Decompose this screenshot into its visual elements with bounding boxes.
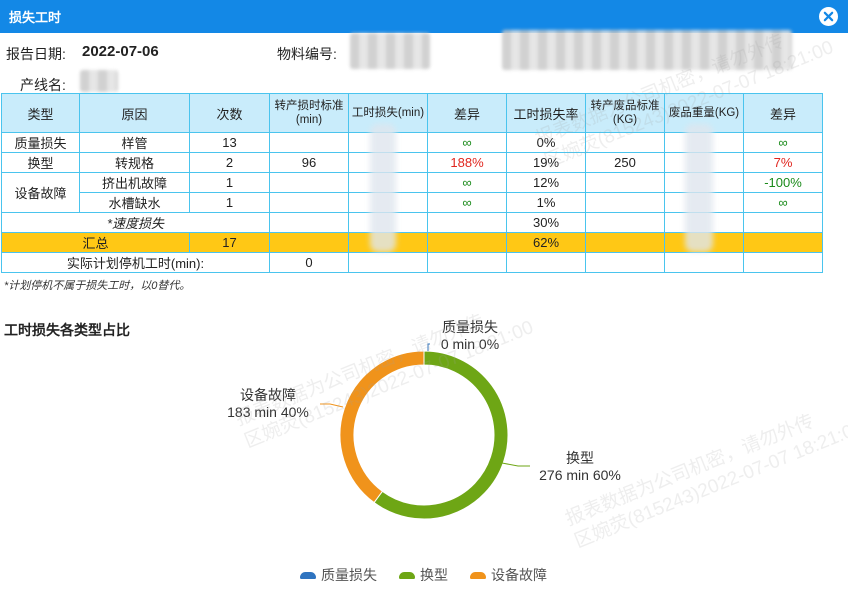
cell-reason: 样管 bbox=[79, 132, 190, 153]
material-name-redacted bbox=[502, 30, 792, 70]
cell-count: 13 bbox=[189, 132, 270, 153]
label-leader-line bbox=[501, 462, 530, 467]
planned-downtime-row: 实际计划停机工时(min): 0 bbox=[1, 252, 823, 273]
material-number-redacted bbox=[350, 33, 430, 69]
cell-diff: 188% bbox=[427, 152, 507, 173]
slice-name-label: 换型 bbox=[566, 450, 594, 466]
cell-rate: 12% bbox=[506, 172, 586, 193]
report-date-label: 报告日期: bbox=[6, 46, 66, 62]
total-rate: 62% bbox=[506, 232, 586, 253]
dialog-titlebar: 损失工时 bbox=[0, 0, 848, 33]
cell-rate: 1% bbox=[506, 192, 586, 213]
close-icon[interactable] bbox=[819, 7, 838, 26]
legend-label: 质量损失 bbox=[321, 567, 377, 583]
col-header: 转产废品标准(KG) bbox=[585, 93, 665, 133]
speed-loss-rate: 30% bbox=[506, 212, 586, 233]
slice-value-label: 0 min 0% bbox=[441, 336, 499, 352]
label-leader-line bbox=[320, 403, 344, 408]
planned-downtime-label: 实际计划停机工时(min): bbox=[1, 252, 270, 273]
legend-swatch-icon bbox=[470, 571, 486, 579]
col-header: 工时损失率 bbox=[506, 93, 586, 133]
total-count: 17 bbox=[189, 232, 270, 253]
cell-reason: 挤出机故障 bbox=[79, 172, 190, 193]
col-header: 差异 bbox=[743, 93, 823, 133]
col-header: 差异 bbox=[427, 93, 507, 133]
cell-diff2: 7% bbox=[743, 152, 823, 173]
cell-diff: ∞ bbox=[427, 172, 507, 193]
cell-waste-std: 250 bbox=[585, 152, 665, 173]
cell-diff2: ∞ bbox=[743, 192, 823, 213]
cell-diff2: ∞ bbox=[743, 132, 823, 153]
footnote: *计划停机不属于损失工时，以0替代。 bbox=[4, 280, 191, 292]
loss-column-redacted bbox=[370, 124, 396, 252]
col-header: 转产损时标准(min) bbox=[269, 93, 349, 133]
cell-rate: 0% bbox=[506, 132, 586, 153]
legend-label: 设备故障 bbox=[491, 567, 547, 583]
dialog-title: 损失工时 bbox=[9, 10, 62, 25]
cell-type: 质量损失 bbox=[1, 132, 80, 153]
pie-slice[interactable] bbox=[373, 350, 509, 520]
cell-count: 1 bbox=[189, 172, 270, 193]
cell-reason: 水槽缺水 bbox=[79, 192, 190, 213]
cell-diff2: -100% bbox=[743, 172, 823, 193]
cell-count: 1 bbox=[189, 192, 270, 213]
slice-name-label: 设备故障 bbox=[240, 387, 296, 403]
legend-item[interactable]: 质量损失 bbox=[300, 565, 377, 585]
legend-item[interactable]: 换型 bbox=[399, 565, 448, 585]
legend-swatch-icon bbox=[300, 571, 316, 579]
cell-std bbox=[269, 192, 349, 213]
report-date-value: 2022-07-06 bbox=[82, 43, 159, 60]
cell-diff: ∞ bbox=[427, 192, 507, 213]
cell-waste-std bbox=[585, 172, 665, 193]
speed-loss-label: *速度损失 bbox=[1, 212, 270, 233]
legend-swatch-icon bbox=[399, 571, 415, 579]
cell-reason: 转规格 bbox=[79, 152, 190, 173]
loss-hours-dialog: 损失工时 报告日期: 2022-07-06 物料编号: 产线名: 类型 原因 次… bbox=[0, 0, 848, 603]
chart-legend: 质量损失 换型 设备故障 bbox=[300, 565, 547, 585]
pie-slice[interactable] bbox=[339, 350, 425, 504]
col-header: 次数 bbox=[189, 93, 270, 133]
slice-name-label: 质量损失 bbox=[442, 319, 498, 335]
waste-column-redacted bbox=[685, 124, 713, 252]
cell-count: 2 bbox=[189, 152, 270, 173]
slice-value-label: 183 min 40% bbox=[227, 404, 309, 420]
slice-value-label: 276 min 60% bbox=[539, 467, 621, 483]
cell-std: 96 bbox=[269, 152, 349, 173]
cell-type: 设备故障 bbox=[1, 172, 80, 213]
donut-slices bbox=[339, 350, 509, 520]
legend-item[interactable]: 设备故障 bbox=[470, 565, 547, 585]
cell-waste-std bbox=[585, 132, 665, 153]
planned-downtime-value: 0 bbox=[269, 252, 349, 273]
line-name-redacted bbox=[80, 70, 118, 92]
donut-labels: 质量损失0 min 0% 换型276 min 60% 设备故障183 min 40% bbox=[227, 319, 621, 483]
total-label: 汇总 bbox=[1, 232, 190, 253]
cell-diff: ∞ bbox=[427, 132, 507, 153]
cell-std bbox=[269, 172, 349, 193]
cell-waste-std bbox=[585, 192, 665, 213]
donut-chart: 质量损失0 min 0% 换型276 min 60% 设备故障183 min 40% bbox=[227, 319, 621, 520]
cell-std bbox=[269, 132, 349, 153]
cell-type: 换型 bbox=[1, 152, 80, 173]
col-header: 原因 bbox=[79, 93, 190, 133]
line-name-label: 产线名: bbox=[20, 77, 66, 93]
col-header: 类型 bbox=[1, 93, 80, 133]
legend-label: 换型 bbox=[420, 567, 448, 583]
material-number-label: 物料编号: bbox=[277, 46, 337, 62]
label-leader-line bbox=[427, 343, 430, 351]
cell-rate: 19% bbox=[506, 152, 586, 173]
